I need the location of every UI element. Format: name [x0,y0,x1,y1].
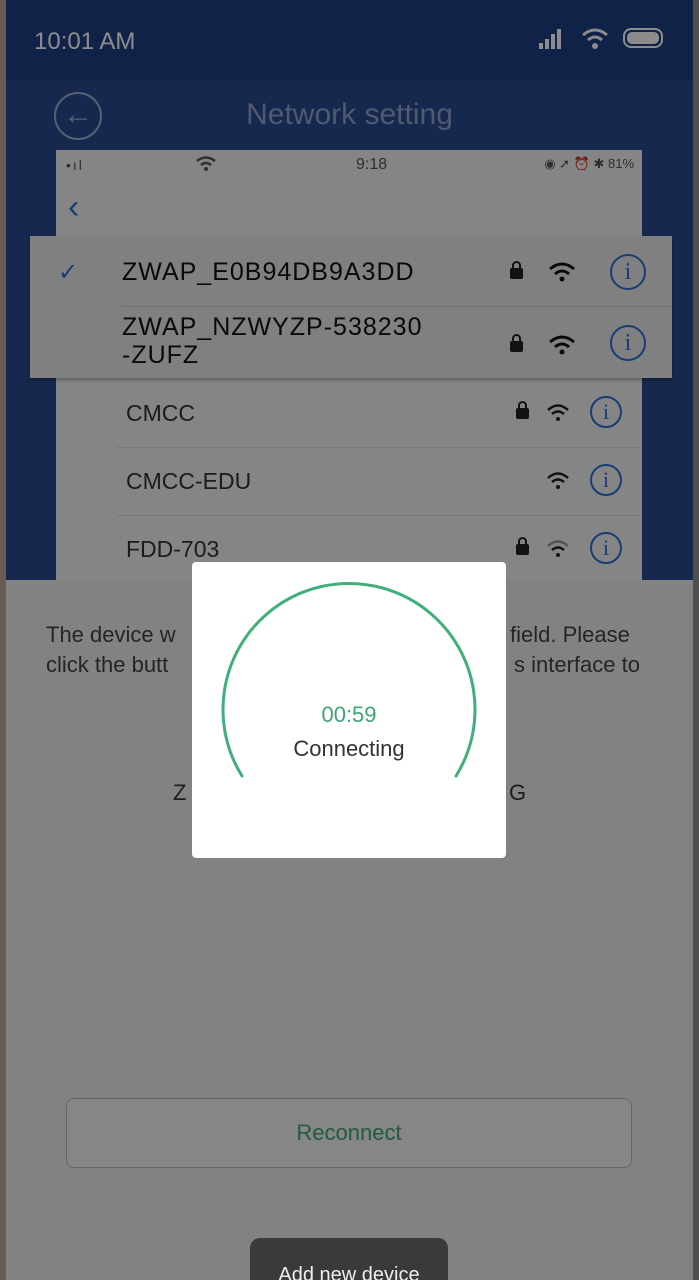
toast-message: Add new device [250,1238,448,1280]
phone-screen: 10:01 AM ← Network setting •ıl 9:18 ◉ ➚ … [6,0,693,1280]
connecting-label: Connecting [293,736,405,761]
connecting-dialog: 00:59 Connecting [192,562,506,858]
countdown-timer: 00:59 [321,702,377,727]
background-edge-right [693,0,699,1280]
